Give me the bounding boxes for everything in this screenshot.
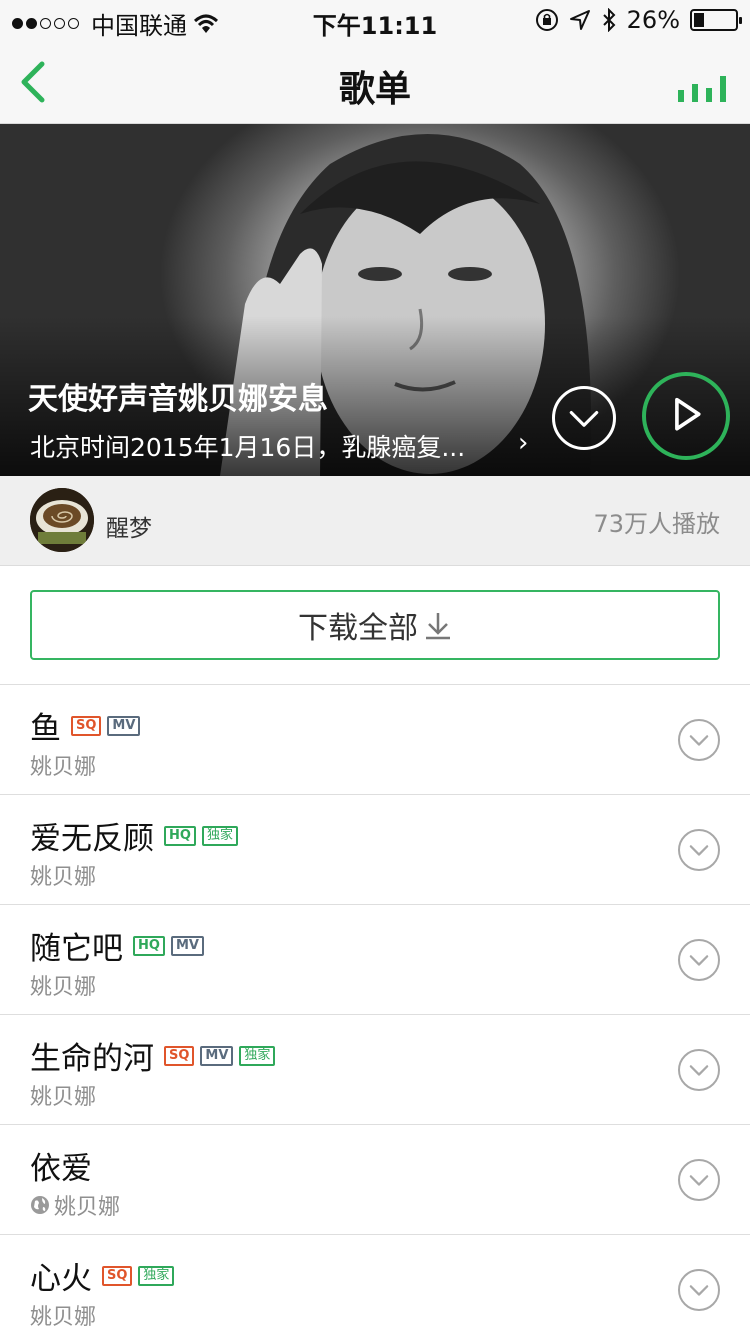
song-artist-row: 姚贝娜 — [30, 969, 96, 1001]
quality-badge: SQ — [102, 1265, 133, 1286]
song-artist-row: 姚贝娜 — [30, 1079, 96, 1111]
song-title-row: 爱无反顾 HQ 独家 — [30, 813, 238, 858]
orientation-lock-icon — [535, 9, 558, 31]
song-title: 随它吧 — [30, 931, 123, 967]
chevron-down-icon[interactable] — [678, 1049, 720, 1091]
song-artist: 姚贝娜 — [30, 1085, 97, 1110]
bluetooth-icon — [602, 8, 616, 32]
song-row[interactable]: 鱼 SQ MV 姚贝娜 — [0, 685, 750, 795]
chevron-down-icon[interactable] — [678, 719, 720, 761]
battery-icon — [690, 9, 742, 31]
battery-percent: 26% — [626, 6, 680, 34]
song-artist-row: 姚贝娜 — [30, 1299, 96, 1331]
quality-badge: 独家 — [138, 1265, 175, 1286]
avatar[interactable] — [30, 488, 94, 552]
song-artist-row: 姚贝娜 — [30, 859, 96, 891]
song-row[interactable]: 爱无反顾 HQ 独家姚贝娜 — [0, 795, 750, 905]
song-title-row: 生命的河 SQ MV 独家 — [30, 1033, 276, 1078]
chevron-down-icon[interactable] — [678, 1269, 720, 1311]
song-title-row: 鱼 SQ MV — [30, 703, 141, 748]
song-artist: 姚贝娜 — [30, 975, 97, 1000]
creator-name[interactable]: 醒梦 — [106, 509, 152, 543]
song-row[interactable]: 随它吧 HQ MV 姚贝娜 — [0, 905, 750, 1015]
quality-badge: SQ — [71, 715, 102, 736]
quality-badge: SQ — [164, 1045, 195, 1066]
quality-badge: MV — [107, 715, 141, 736]
song-title-row: 心火 SQ 独家 — [30, 1253, 175, 1298]
globe-icon — [31, 1196, 49, 1214]
download-all-button[interactable]: 下载全部 — [30, 590, 720, 660]
song-artist-row: 姚贝娜 — [30, 1189, 120, 1221]
song-title: 依爱 — [30, 1151, 92, 1187]
status-right: 26% — [535, 6, 742, 34]
chevron-down-icon[interactable] — [678, 939, 720, 981]
song-title: 鱼 — [30, 711, 61, 747]
chevron-right-icon[interactable]: › — [518, 428, 528, 458]
collect-chevron-down-icon[interactable] — [552, 386, 616, 450]
download-icon — [426, 613, 450, 640]
song-row[interactable]: 生命的河 SQ MV 独家姚贝娜 — [0, 1015, 750, 1125]
chevron-down-icon[interactable] — [678, 829, 720, 871]
song-artist-row: 姚贝娜 — [30, 749, 96, 781]
song-title-row: 依爱 — [30, 1143, 96, 1188]
song-artist: 姚贝娜 — [30, 1305, 97, 1330]
navigation-bar: 歌单 — [0, 40, 750, 124]
song-title: 生命的河 — [30, 1041, 154, 1077]
playlist-title: 天使好声音姚贝娜安息 — [28, 382, 328, 417]
song-artist: 姚贝娜 — [30, 755, 97, 780]
play-count: 73万人播放 — [593, 510, 720, 538]
quality-badge: MV — [170, 935, 204, 956]
now-playing-icon[interactable] — [676, 72, 728, 102]
quality-badge: 独家 — [239, 1045, 276, 1066]
download-all-label: 下载全部 — [298, 611, 418, 646]
quality-badge: HQ — [164, 825, 196, 846]
playlist-description[interactable]: 北京时间2015年1月16日，乳腺癌复... — [30, 428, 465, 464]
quality-badge: HQ — [133, 935, 165, 956]
song-artist: 姚贝娜 — [30, 865, 97, 890]
song-artist: 姚贝娜 — [54, 1195, 121, 1220]
playlist-cover[interactable]: 天使好声音姚贝娜安息 北京时间2015年1月16日，乳腺癌复... › — [0, 124, 750, 476]
song-title: 心火 — [30, 1261, 92, 1297]
song-row[interactable]: 心火 SQ 独家姚贝娜 — [0, 1235, 750, 1334]
song-list: 鱼 SQ MV 姚贝娜 爱无反顾 HQ 独家 姚贝娜 随它吧 HQ MV 姚贝娜 生命的河 SQ MV 独家姚… — [0, 685, 750, 1334]
quality-badge: 独家 — [201, 825, 238, 846]
location-icon — [569, 10, 590, 30]
song-row[interactable]: 依爱姚贝娜 — [0, 1125, 750, 1235]
song-title-row: 随它吧 HQ MV — [30, 923, 204, 968]
quality-badge: MV — [200, 1045, 234, 1066]
creator-info-row: 醒梦 73万人播放 — [0, 476, 750, 566]
status-bar: 中国联通 下午11:11 26% — [0, 0, 750, 40]
play-all-icon[interactable] — [642, 372, 730, 460]
page-title: 歌单 — [338, 69, 411, 110]
chevron-down-icon[interactable] — [678, 1159, 720, 1201]
song-title: 爱无反顾 — [30, 821, 154, 857]
